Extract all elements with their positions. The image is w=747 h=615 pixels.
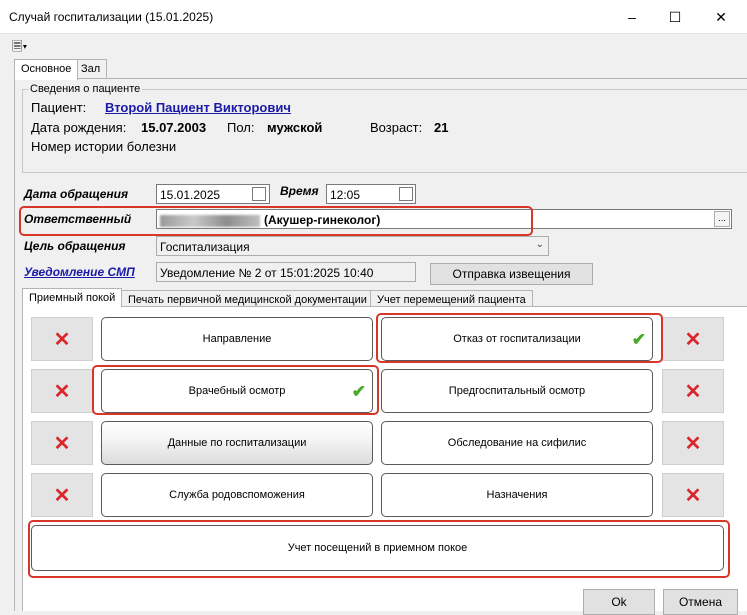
notice-link[interactable]: Уведомление СМП [24, 265, 135, 279]
delete-syphilis-exam-button[interactable]: ✕ [662, 421, 724, 465]
dob-label: Дата рождения: [31, 120, 127, 135]
sex-value: мужской [267, 120, 323, 135]
visits-log-label: Учет посещений в приемном покое [287, 542, 468, 554]
tab-reception[interactable]: Приемный покой [22, 288, 123, 307]
send-notice-button[interactable]: Отправка извещения [430, 263, 593, 285]
delete-doctor-exam-button[interactable]: ✕ [31, 369, 93, 413]
visits-log-button[interactable]: Учет посещений в приемном покое [31, 525, 724, 571]
red-x-icon: ✕ [684, 328, 702, 351]
prehospital-exam-button[interactable]: Предгоспитальный осмотр [381, 369, 653, 413]
tab-main[interactable]: Основное [14, 59, 79, 80]
tab-hall[interactable]: Зал [74, 59, 108, 79]
purpose-value: Госпитализация [160, 240, 250, 254]
check-icon: ✔ [351, 382, 366, 401]
notice-value: Уведомление № 2 от 15:01:2025 10:40 [160, 266, 374, 280]
time-label: Время [280, 184, 319, 198]
patient-name-link[interactable]: Второй Пациент Викторович [105, 100, 291, 115]
delete-obstetric-button[interactable]: ✕ [31, 473, 93, 517]
age-value: 21 [434, 120, 449, 135]
hosp-data-button[interactable]: Данные по госпитализации [101, 421, 373, 465]
purpose-label: Цель обращения [24, 239, 126, 253]
cancel-button[interactable]: Отмена [663, 589, 738, 615]
red-x-icon: ✕ [53, 432, 71, 455]
history-label: Номер истории болезни [31, 139, 177, 154]
notice-field: Уведомление № 2 от 15:01:2025 10:40 [156, 262, 416, 282]
obstetric-service-label: Служба родовспоможения [169, 489, 305, 501]
refusal-button[interactable]: Отказ от госпитализации ✔ [381, 317, 653, 361]
refusal-label: Отказ от госпитализации [453, 333, 581, 345]
tab-print-docs[interactable]: Печать первичной медицинской документаци… [121, 290, 374, 307]
document-report-icon[interactable]: 🗏▾ [12, 38, 27, 60]
delete-referral-button[interactable]: ✕ [31, 317, 93, 361]
delete-prehospital-exam-button[interactable]: ✕ [662, 369, 724, 413]
responsible-field[interactable]: (Акушер-гинеколог) [156, 209, 732, 229]
responsible-label: Ответственный [24, 212, 132, 226]
time-value: 12:05 [330, 188, 361, 202]
delete-refusal-button[interactable]: ✕ [662, 317, 724, 361]
red-x-icon: ✕ [684, 484, 702, 507]
red-x-icon: ✕ [684, 380, 702, 403]
referral-label: Направление [202, 333, 272, 345]
date-value: 15.01.2025 [160, 188, 221, 202]
check-icon: ✔ [631, 330, 646, 349]
prescriptions-button[interactable]: Назначения [381, 473, 653, 517]
red-x-icon: ✕ [53, 484, 71, 507]
tab-movements[interactable]: Учет перемещений пациента [370, 290, 533, 307]
delete-prescriptions-button[interactable]: ✕ [662, 473, 724, 517]
prescriptions-label: Назначения [486, 489, 548, 501]
red-x-icon: ✕ [53, 380, 71, 403]
window-title: Случай госпитализации (15.01.2025) [9, 10, 214, 24]
redacted-name [160, 214, 260, 227]
chevron-down-icon: ⌄ [535, 239, 544, 250]
responsible-value: (Акушер-гинеколог) [264, 213, 381, 227]
minimize-icon[interactable]: – [609, 0, 655, 34]
syphilis-exam-button[interactable]: Обследование на сифилис [381, 421, 653, 465]
dob-value: 15.07.2003 [141, 120, 207, 135]
close-icon[interactable]: ✕ [698, 0, 744, 34]
doctor-exam-button[interactable]: Врачебный осмотр ✔ [101, 369, 373, 413]
age-label: Возраст: [370, 120, 423, 135]
date-picker-icon[interactable] [252, 187, 266, 201]
toolbar: 🗏▾ [0, 34, 747, 58]
title-bar: Случай госпитализации (15.01.2025) – ☐ ✕ [0, 0, 747, 34]
referral-button[interactable]: Направление [101, 317, 373, 361]
delete-hosp-data-button[interactable]: ✕ [31, 421, 93, 465]
patient-info-title: Сведения о пациенте [28, 83, 143, 95]
doctor-exam-label: Врачебный осмотр [188, 385, 286, 397]
responsible-lookup-button[interactable]: ... [714, 211, 730, 227]
time-picker-icon[interactable] [399, 187, 413, 201]
ok-button[interactable]: Ok [583, 589, 655, 615]
syphilis-exam-label: Обследование на сифилис [447, 437, 587, 449]
red-x-icon: ✕ [53, 328, 71, 351]
hosp-data-label: Данные по госпитализации [167, 437, 307, 449]
sex-label: Пол: [227, 120, 255, 135]
patient-label: Пациент: [31, 100, 87, 115]
prehospital-exam-label: Предгоспитальный осмотр [448, 385, 586, 397]
obstetric-service-button[interactable]: Служба родовспоможения [101, 473, 373, 517]
red-x-icon: ✕ [684, 432, 702, 455]
maximize-icon[interactable]: ☐ [652, 0, 698, 34]
date-label: Дата обращения [24, 187, 129, 201]
purpose-select[interactable]: Госпитализация ⌄ [156, 236, 549, 256]
